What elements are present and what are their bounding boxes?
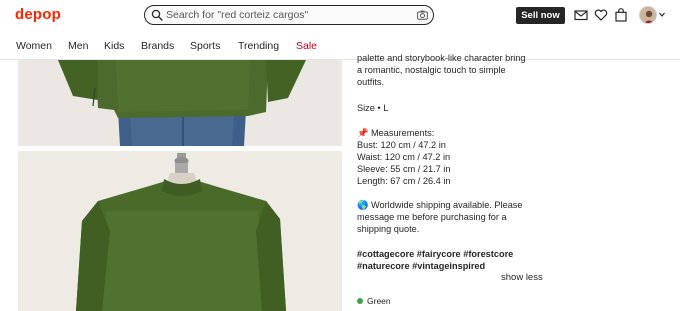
- camera-icon[interactable]: [417, 10, 428, 20]
- description-line: a romantic, nostalgic touch to simple: [357, 65, 506, 75]
- product-photo-1[interactable]: [18, 60, 342, 146]
- measurement-sleeve: Sleeve: 55 cm / 21.7 in: [357, 164, 451, 174]
- nav-item-trending[interactable]: Trending: [238, 40, 279, 52]
- depop-logo[interactable]: depop: [15, 6, 61, 23]
- nav-item-sale[interactable]: Sale: [296, 40, 317, 52]
- nav-item-sports[interactable]: Sports: [190, 40, 220, 52]
- color-attribute: Green: [357, 296, 391, 306]
- shipping-block: 🌎 Worldwide shipping available. Please m…: [357, 199, 557, 235]
- measurements-title: 📌 Measurements:: [357, 128, 435, 138]
- chevron-down-icon[interactable]: [659, 12, 665, 17]
- heart-icon[interactable]: [594, 8, 608, 22]
- measurement-length: Length: 67 cm / 26.4 in: [357, 176, 451, 186]
- search-bar[interactable]: Search for "red corteiz cargos": [144, 5, 434, 25]
- sweater-on-mannequin-image: [18, 151, 342, 311]
- top-bar: depop Search for "red corteiz cargos" Se…: [0, 0, 680, 31]
- avatar[interactable]: [639, 6, 657, 24]
- avatar-image-icon: [640, 7, 656, 23]
- shipping-line: 🌎 Worldwide shipping available. Please: [357, 200, 523, 210]
- product-photo-2[interactable]: [18, 151, 342, 311]
- bag-icon[interactable]: [614, 8, 628, 22]
- nav-item-kids[interactable]: Kids: [104, 40, 124, 52]
- hashtags-line[interactable]: #cottagecore #fairycore #forestcore: [357, 248, 557, 260]
- search-icon: [151, 9, 163, 21]
- hashtags-line[interactable]: #naturecore #vintageinspired: [357, 260, 557, 272]
- search-input[interactable]: Search for "red corteiz cargos": [166, 9, 308, 21]
- description-intro: palette and storybook-like character bri…: [357, 52, 557, 88]
- nav-item-women[interactable]: Women: [16, 40, 52, 52]
- mail-icon[interactable]: [574, 8, 588, 22]
- hashtags-block: #cottagecore #fairycore #forestcore #nat…: [357, 248, 557, 272]
- description-line: palette and storybook-like character bri…: [357, 53, 526, 63]
- shipping-line: message me before purchasing for a: [357, 212, 507, 222]
- shipping-line: shipping quote.: [357, 224, 420, 234]
- nav-item-men[interactable]: Men: [68, 40, 88, 52]
- nav-item-brands[interactable]: Brands: [141, 40, 174, 52]
- color-swatch-icon: [357, 298, 363, 304]
- sweater-on-jeans-image: [18, 60, 342, 146]
- measurements-block: 📌 Measurements: Bust: 120 cm / 47.2 in W…: [357, 127, 557, 187]
- color-label: Green: [367, 296, 391, 306]
- description-line: outfits.: [357, 77, 385, 87]
- sell-now-button[interactable]: Sell now: [516, 7, 565, 24]
- measurement-waist: Waist: 120 cm / 47.2 in: [357, 152, 451, 162]
- size-line: Size • L: [357, 103, 389, 113]
- category-nav: Women Men Kids Brands Sports Trending Sa…: [0, 31, 680, 60]
- measurement-bust: Bust: 120 cm / 47.2 in: [357, 140, 446, 150]
- show-less-link[interactable]: show less: [501, 272, 543, 283]
